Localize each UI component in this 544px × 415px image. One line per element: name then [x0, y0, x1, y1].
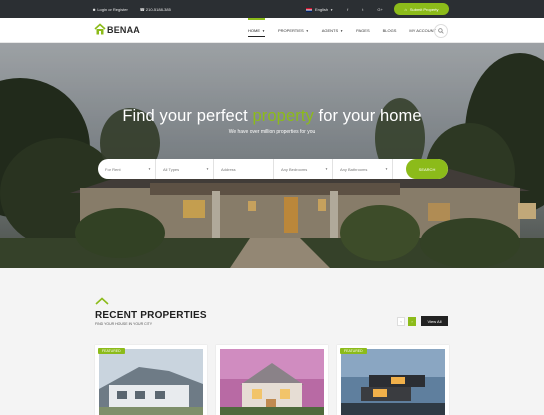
main-navigation: BENAA HOME ▼ PROPERTIES ▼ AGENTS ▼ PAGES BL… — [0, 18, 544, 43]
roof-icon — [95, 297, 109, 305]
property-card[interactable] — [216, 345, 328, 415]
hero-title: Find your perfect property for your home — [122, 107, 422, 125]
language-select[interactable]: English ▼ — [306, 7, 333, 12]
menu-item-agents[interactable]: AGENTS ▼ — [322, 18, 343, 43]
property-search-bar: For Rent ▼ All Types ▼ Address Any Bedro… — [98, 159, 448, 179]
logo-house-icon — [94, 23, 106, 35]
property-card[interactable]: FEATURED — [95, 345, 207, 415]
chevron-right-icon: › — [411, 318, 413, 324]
property-card[interactable]: FEATURED — [337, 345, 449, 415]
chevron-down-icon: ▼ — [325, 167, 328, 171]
hero-banner: Find your perfect property for your home… — [0, 43, 544, 268]
logo[interactable]: BENAA — [94, 23, 140, 35]
bathrooms-select[interactable]: Any Bathrooms ▼ — [333, 159, 393, 179]
prev-button[interactable]: ‹ — [397, 316, 405, 326]
search-button[interactable] — [434, 24, 448, 38]
chevron-down-icon: ▼ — [330, 8, 334, 12]
section-title: RECENT PROPERTIES — [95, 310, 207, 321]
google-plus-icon[interactable]: G+ — [377, 7, 382, 12]
menu-item-my-account[interactable]: MY ACCOUNT — [409, 18, 436, 43]
search-icon — [438, 28, 444, 34]
chevron-down-icon: ▼ — [206, 167, 209, 171]
carousel-controls: ‹ › View All — [397, 316, 448, 326]
submit-property-button[interactable]: ⌂ Submit Property — [394, 3, 449, 15]
chevron-left-icon: ‹ — [400, 318, 402, 324]
menu-item-properties[interactable]: PROPERTIES ▼ — [278, 18, 309, 43]
menu: HOME ▼ PROPERTIES ▼ AGENTS ▼ PAGES BLOGS MY… — [248, 18, 449, 43]
address-input[interactable]: Address — [214, 159, 274, 179]
bedrooms-select[interactable]: Any Bedrooms ▼ — [274, 159, 333, 179]
chevron-down-icon: ▼ — [305, 28, 309, 33]
property-image — [220, 349, 324, 415]
property-type-select[interactable]: All Types ▼ — [156, 159, 214, 179]
login-link[interactable]: ☻ Login or Register — [92, 7, 128, 12]
chevron-down-icon: ▼ — [385, 167, 388, 171]
hero-house-image — [0, 43, 544, 268]
menu-item-pages[interactable]: PAGES — [356, 18, 370, 43]
search-submit-button[interactable]: SEARCH — [406, 159, 448, 179]
hero-subtitle: We have over million properties for you — [228, 129, 316, 135]
twitter-icon[interactable]: t — [362, 7, 363, 12]
menu-item-blogs[interactable]: BLOGS — [383, 18, 397, 43]
facebook-icon[interactable]: f — [347, 7, 348, 12]
uk-flag-icon — [306, 7, 312, 12]
featured-badge: FEATURED — [340, 348, 367, 354]
chevron-down-icon: ▼ — [148, 167, 151, 171]
next-button[interactable]: › — [408, 316, 416, 326]
property-image — [99, 349, 203, 415]
home-icon: ⌂ — [404, 6, 407, 12]
chevron-down-icon: ▼ — [340, 28, 344, 33]
chevron-down-icon: ▼ — [262, 28, 265, 33]
property-image — [341, 349, 445, 415]
top-bar: ☻ Login or Register ☎ 210-5188-385 Engli… — [0, 0, 544, 18]
phone-number: ☎ 210-5188-385 — [139, 7, 171, 12]
featured-badge: FEATURED — [98, 348, 125, 354]
view-all-button[interactable]: View All — [421, 316, 448, 326]
menu-item-home[interactable]: HOME ▼ — [248, 18, 265, 43]
rent-type-select[interactable]: For Rent ▼ — [98, 159, 156, 179]
section-subtitle: FIND YOUR HOUSE IN YOUR CITY — [95, 322, 153, 326]
recent-properties-section: RECENT PROPERTIES FIND YOUR HOUSE IN YOU… — [0, 268, 544, 415]
